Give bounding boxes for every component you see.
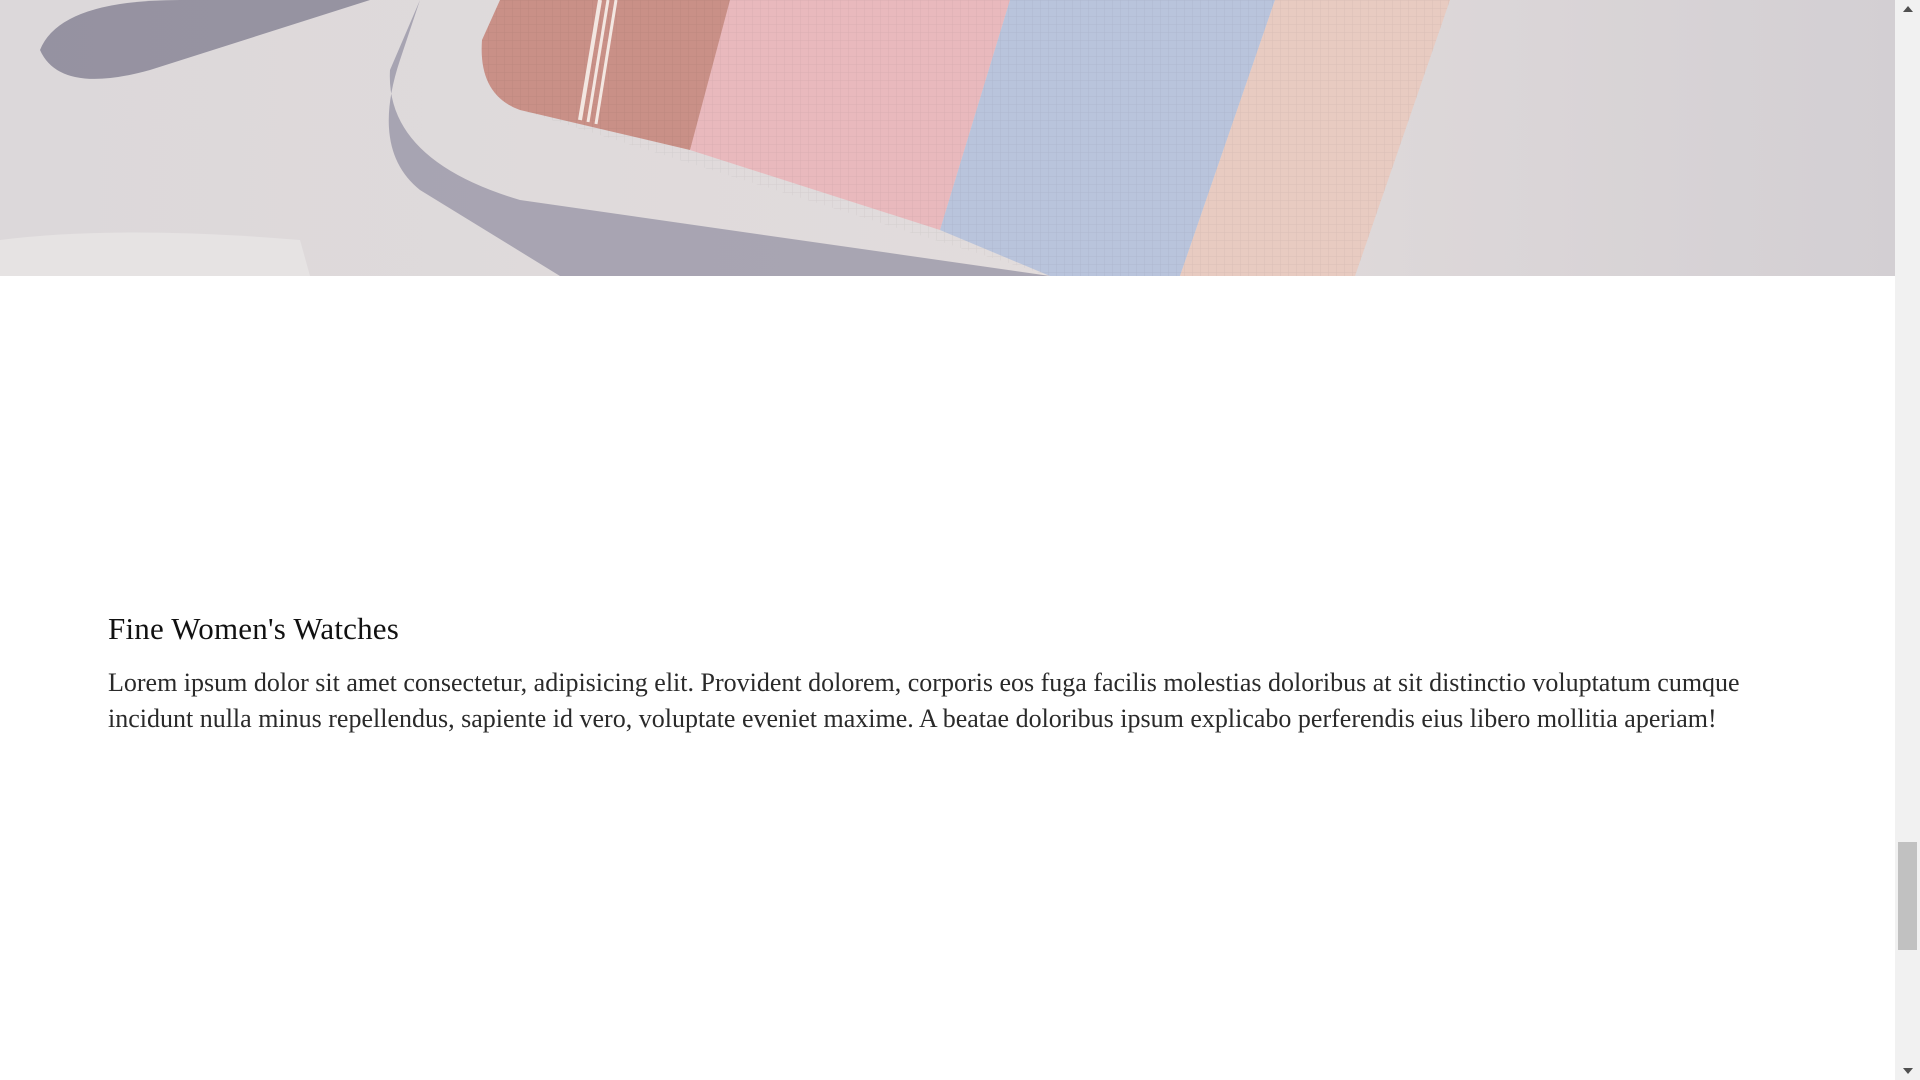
triangle-down-icon bbox=[1902, 1068, 1913, 1074]
section-heading: Fine Women's Watches bbox=[108, 611, 400, 646]
page: Fine Women's Watches Lorem ipsum dolor s… bbox=[0, 0, 1920, 1080]
triangle-up-icon bbox=[1902, 6, 1913, 12]
scroll-down-button[interactable] bbox=[1895, 1062, 1920, 1080]
section-text: Fine Women's Watches Lorem ipsum dolor s… bbox=[108, 610, 1788, 737]
page-content: Fine Women's Watches Lorem ipsum dolor s… bbox=[0, 0, 1895, 1080]
scroll-up-button[interactable] bbox=[1895, 0, 1920, 18]
hero-image bbox=[0, 0, 1895, 276]
scrollbar-thumb[interactable] bbox=[1898, 842, 1917, 950]
vertical-scrollbar[interactable] bbox=[1895, 0, 1920, 1080]
section-paragraph: Lorem ipsum dolor sit amet consectetur, … bbox=[108, 668, 1740, 734]
